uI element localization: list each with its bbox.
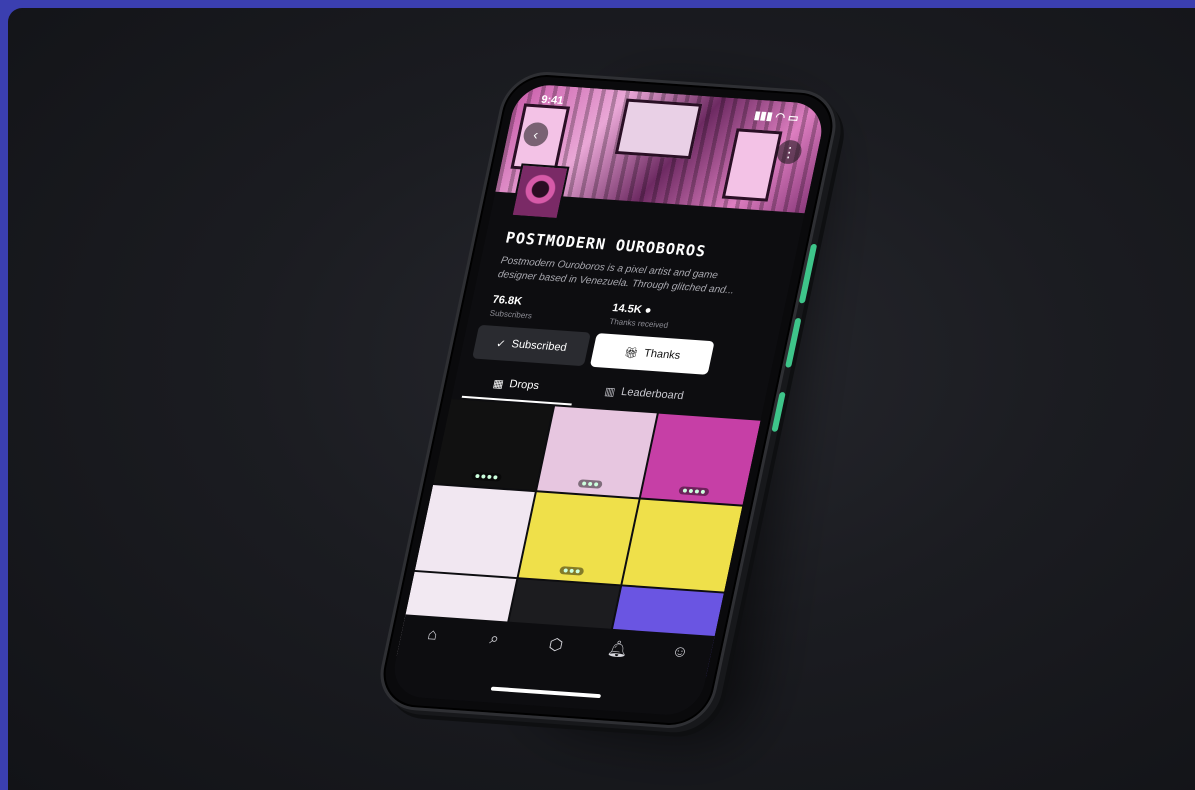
search-icon[interactable]: ⌕ bbox=[480, 630, 508, 649]
profile-icon[interactable]: ☺ bbox=[666, 643, 694, 662]
thanks-stat: 14.5K ● Thanks received bbox=[609, 302, 673, 330]
side-button bbox=[798, 243, 818, 304]
status-icons: ▮▮▮ ◠ ▭ bbox=[753, 109, 800, 125]
drop-icon: ● bbox=[643, 304, 653, 317]
drop-card[interactable] bbox=[415, 485, 535, 577]
drop-card[interactable] bbox=[518, 492, 639, 584]
thanks-button-label: Thanks bbox=[642, 347, 682, 362]
subscribed-button[interactable]: ✓ Subscribed bbox=[472, 324, 591, 367]
subscribed-label: Subscribed bbox=[510, 338, 568, 354]
subscribers-label: Subscribers bbox=[488, 308, 533, 321]
thanks-label: Thanks received bbox=[608, 316, 670, 330]
grid-icon: ▦ bbox=[491, 377, 505, 391]
tab-leaderboard[interactable]: ▥ Leaderboard bbox=[601, 374, 687, 413]
tab-drops-label: Drops bbox=[508, 378, 541, 393]
tab-leaderboard-label: Leaderboard bbox=[620, 385, 685, 403]
gift-icon: 🎁︎ bbox=[622, 346, 640, 360]
podium-icon: ▥ bbox=[603, 385, 617, 398]
box-icon[interactable]: ⬡ bbox=[542, 634, 570, 655]
phone-body: 9:41 ▮▮▮ ◠ ▭ ‹ ⋮ POSTMODERN OUROBOROS Po… bbox=[372, 69, 844, 731]
phone-mockup: 9:41 ▮▮▮ ◠ ▭ ‹ ⋮ POSTMODERN OUROBOROS Po… bbox=[372, 69, 844, 731]
profile-bio[interactable]: Postmodern Ouroboros is a pixel artist a… bbox=[496, 254, 751, 299]
subscribers-count: 76.8K bbox=[491, 293, 524, 308]
check-icon: ✓ bbox=[495, 337, 507, 351]
status-time: 9:41 bbox=[539, 93, 565, 108]
drop-card[interactable] bbox=[640, 413, 761, 505]
bell-icon[interactable]: 🔔︎ bbox=[604, 639, 632, 660]
thanks-count: 14.5K bbox=[611, 302, 643, 317]
drop-card[interactable] bbox=[537, 406, 657, 498]
drop-card[interactable] bbox=[622, 499, 743, 592]
thanks-button[interactable]: 🎁︎ Thanks bbox=[589, 333, 715, 375]
app-screen: 9:41 ▮▮▮ ◠ ▭ ‹ ⋮ POSTMODERN OUROBOROS Po… bbox=[388, 82, 828, 718]
subscribers-stat: 76.8K Subscribers bbox=[489, 294, 536, 321]
home-icon[interactable]: ⌂ bbox=[419, 626, 447, 645]
avatar bbox=[510, 163, 570, 221]
drop-card[interactable] bbox=[433, 399, 554, 491]
canvas: 9:41 ▮▮▮ ◠ ▭ ‹ ⋮ POSTMODERN OUROBOROS Po… bbox=[8, 8, 1195, 790]
